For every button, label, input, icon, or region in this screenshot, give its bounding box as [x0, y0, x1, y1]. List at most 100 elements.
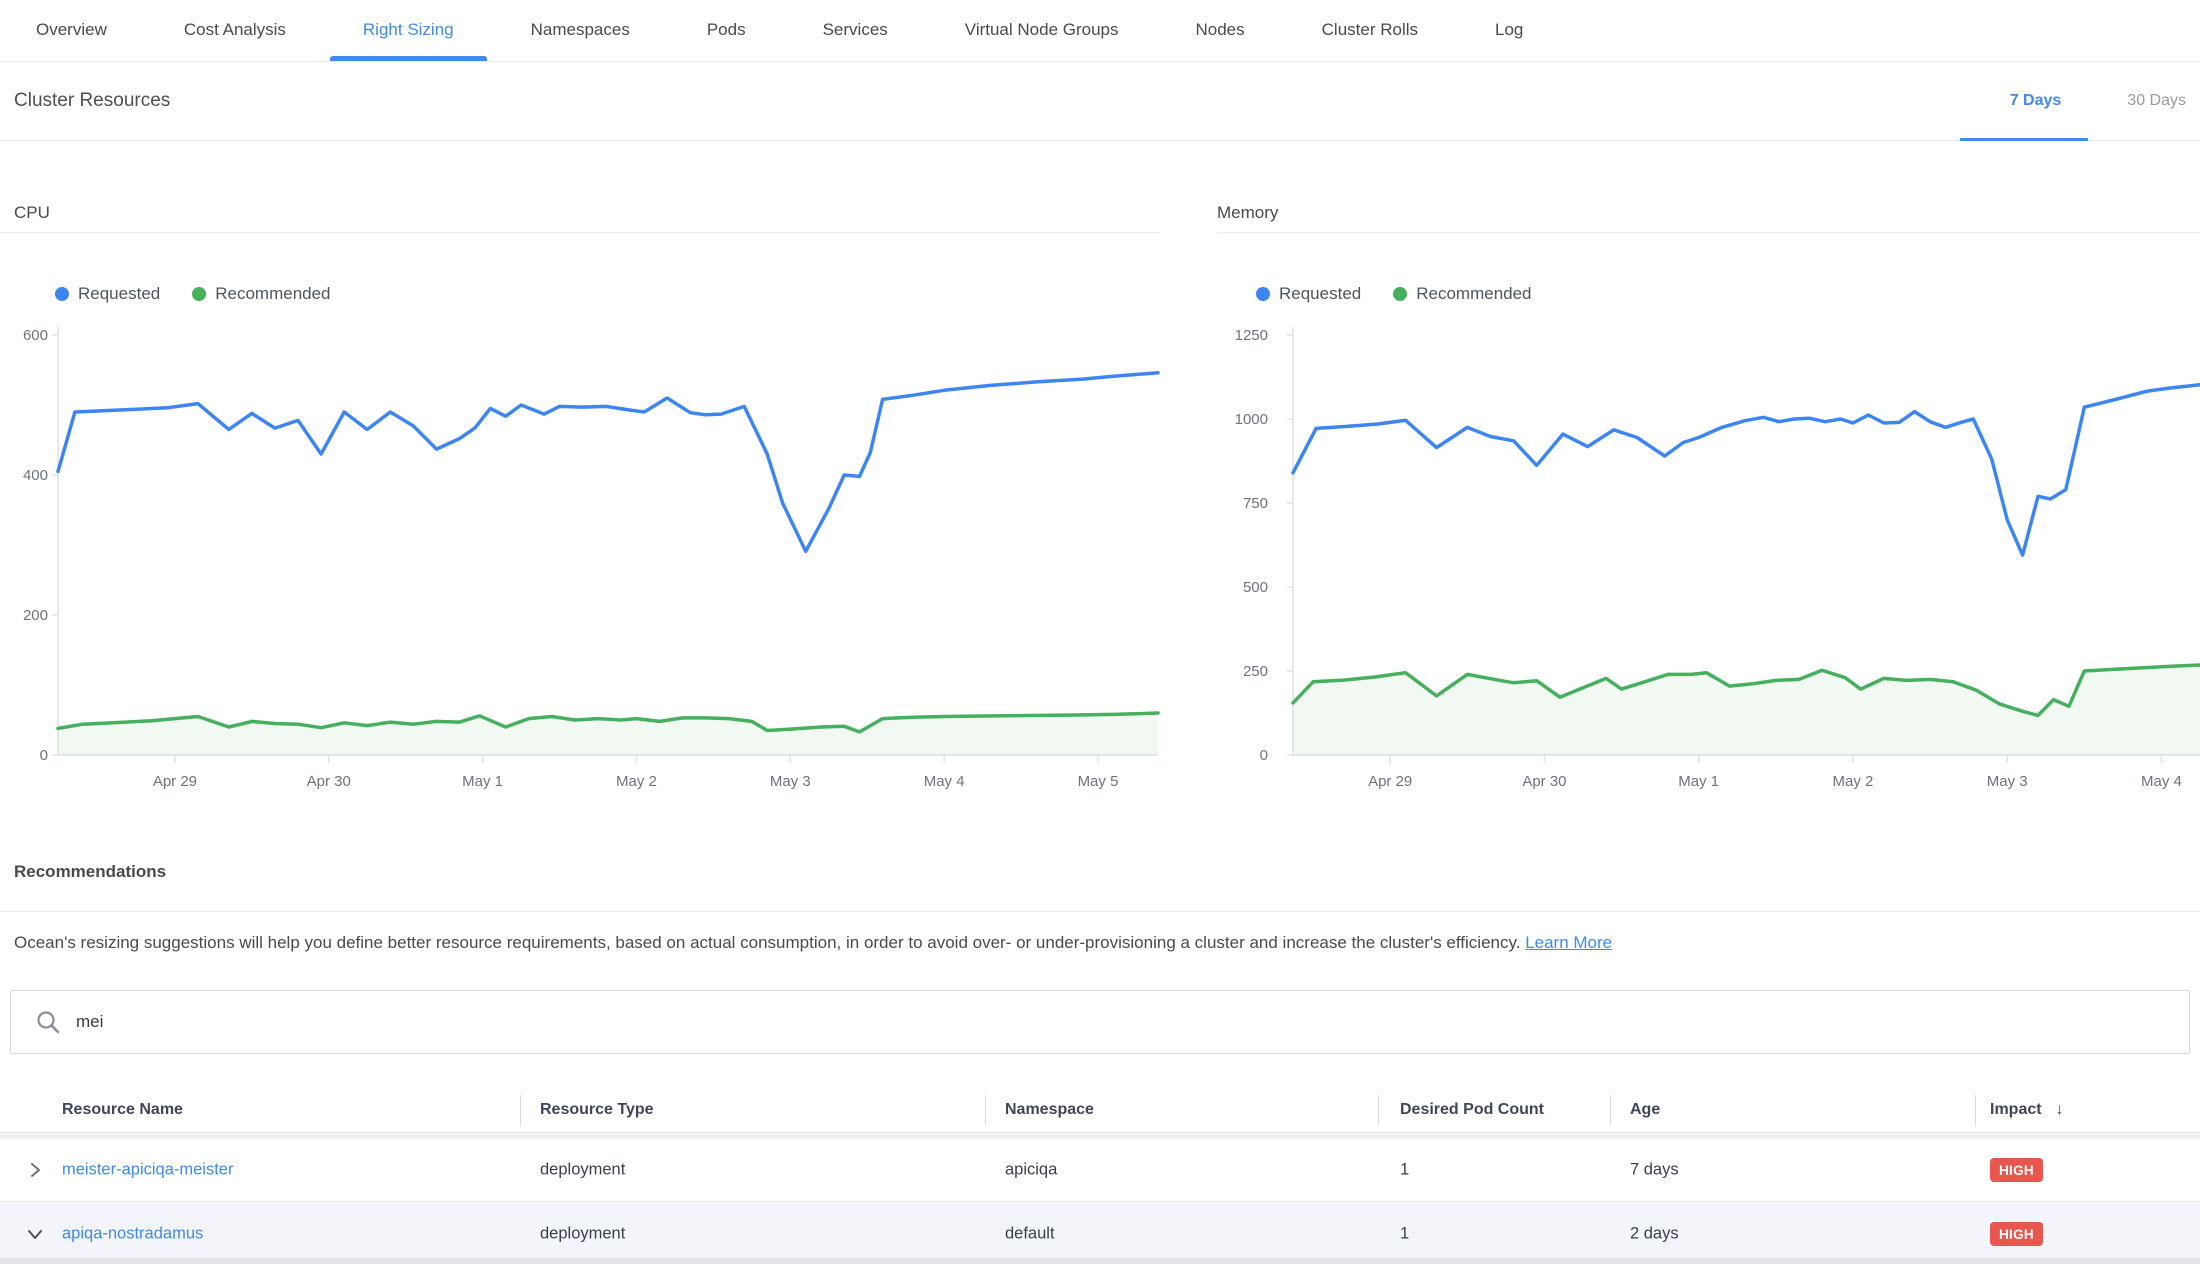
- legend-item-recommended: Recommended: [192, 284, 330, 304]
- search-box: [10, 990, 2190, 1054]
- memory-chart-title: Memory: [1217, 203, 1278, 223]
- svg-text:500: 500: [1243, 579, 1268, 596]
- svg-text:250: 250: [1243, 663, 1268, 680]
- description-text: Ocean's resizing suggestions will help y…: [14, 933, 1520, 952]
- resource-name-link[interactable]: meister-apiciqa-meister: [62, 1161, 233, 1180]
- svg-text:0: 0: [40, 747, 48, 764]
- svg-text:400: 400: [23, 467, 48, 484]
- recommended-dot-icon: [192, 287, 206, 301]
- legend-item-recommended: Recommended: [1393, 284, 1531, 304]
- svg-text:May 4: May 4: [2141, 773, 2182, 790]
- age-cell: 7 days: [1630, 1161, 1679, 1180]
- requested-dot-icon: [1256, 287, 1270, 301]
- legend-item-requested: Requested: [1256, 284, 1361, 304]
- table-row[interactable]: apiqa-nostradamus deployment default 1 2…: [0, 1203, 2200, 1264]
- age-cell: 2 days: [1630, 1224, 1679, 1243]
- column-separator: [985, 1095, 986, 1125]
- resource-name-link[interactable]: apiqa-nostradamus: [62, 1224, 203, 1243]
- section-title: Cluster Resources: [14, 90, 170, 112]
- cluster-resources-header: Cluster Resources 7 Days 30 Days: [0, 62, 2200, 141]
- chevron-down-icon[interactable]: [26, 1225, 44, 1243]
- impact-header-label: Impact: [1990, 1101, 2042, 1118]
- legend-label: Recommended: [1416, 284, 1531, 304]
- tab-pods[interactable]: Pods: [671, 0, 782, 61]
- svg-text:Apr 29: Apr 29: [153, 773, 197, 790]
- svg-text:600: 600: [23, 327, 48, 344]
- impact-badge-high: HIGH: [1990, 1222, 2043, 1246]
- recommendations-title: Recommendations: [14, 862, 166, 882]
- tab-services[interactable]: Services: [787, 0, 924, 61]
- column-header-namespace[interactable]: Namespace: [1005, 1087, 1094, 1133]
- range-30-days[interactable]: 30 Days: [2127, 92, 2186, 110]
- table-header: Resource Name Resource Type Namespace De…: [0, 1087, 2200, 1133]
- svg-text:750: 750: [1243, 495, 1268, 512]
- svg-text:May 3: May 3: [770, 773, 811, 790]
- section-divider: [0, 140, 2200, 141]
- svg-text:Apr 30: Apr 30: [1522, 773, 1566, 790]
- resource-type-cell: deployment: [540, 1161, 625, 1180]
- legend-label: Requested: [1279, 284, 1361, 304]
- memory-line-chart: 0 250 500 750 1000 1250 Apr 29 Apr 30 May 1 May 2…: [1180, 315, 2200, 800]
- column-header-impact[interactable]: Impact ↓: [1990, 1087, 2064, 1133]
- recommendations-divider: [0, 911, 2200, 912]
- svg-text:May 3: May 3: [1987, 773, 2028, 790]
- memory-title-divider: [1217, 232, 2200, 233]
- tab-cost-analysis[interactable]: Cost Analysis: [148, 0, 322, 61]
- tab-virtual-node-groups[interactable]: Virtual Node Groups: [929, 0, 1155, 61]
- svg-text:May 5: May 5: [1078, 773, 1119, 790]
- tab-namespaces[interactable]: Namespaces: [495, 0, 666, 61]
- cpu-chart-title: CPU: [14, 203, 50, 223]
- pod-count-cell: 1: [1400, 1161, 1409, 1180]
- svg-text:1000: 1000: [1235, 411, 1268, 428]
- column-header-age[interactable]: Age: [1630, 1087, 1660, 1133]
- namespace-cell: apiciqa: [1005, 1161, 1057, 1180]
- cpu-legend: Requested Recommended: [55, 283, 331, 305]
- column-separator: [520, 1095, 521, 1125]
- sort-descending-icon[interactable]: ↓: [2056, 1101, 2064, 1118]
- column-separator: [1378, 1095, 1379, 1125]
- recommended-dot-icon: [1393, 287, 1407, 301]
- tab-right-sizing[interactable]: Right Sizing: [327, 0, 490, 61]
- svg-text:Apr 30: Apr 30: [307, 773, 351, 790]
- learn-more-link[interactable]: Learn More: [1525, 933, 1612, 952]
- svg-text:1250: 1250: [1235, 327, 1268, 344]
- requested-dot-icon: [55, 287, 69, 301]
- svg-text:200: 200: [23, 607, 48, 624]
- expanded-row-panel-edge: [0, 1258, 2200, 1264]
- column-header-desired-pod-count[interactable]: Desired Pod Count: [1400, 1087, 1544, 1133]
- column-header-resource-name[interactable]: Resource Name: [62, 1087, 183, 1133]
- tab-log[interactable]: Log: [1459, 0, 1559, 61]
- range-7-days[interactable]: 7 Days: [2010, 92, 2062, 110]
- tab-cluster-rolls[interactable]: Cluster Rolls: [1286, 0, 1454, 61]
- impact-badge-high: HIGH: [1990, 1158, 2043, 1182]
- cpu-line-chart: 0 200 400 600 Apr 29 Apr 30 May 1 May 2 May 3 May…: [0, 315, 1170, 800]
- namespace-cell: default: [1005, 1224, 1055, 1243]
- svg-text:May 2: May 2: [1833, 773, 1874, 790]
- recommendations-description: Ocean's resizing suggestions will help y…: [14, 933, 1612, 953]
- time-range-toggle: 7 Days 30 Days: [2010, 92, 2186, 110]
- search-icon: [35, 1009, 61, 1035]
- range-active-underline: [1960, 138, 2088, 141]
- chevron-right-icon[interactable]: [26, 1161, 44, 1179]
- tab-overview[interactable]: Overview: [0, 0, 143, 61]
- right-sizing-page: Overview Cost Analysis Right Sizing Name…: [0, 0, 2200, 1264]
- resource-type-cell: deployment: [540, 1224, 625, 1243]
- memory-legend: Requested Recommended: [1256, 283, 1532, 305]
- column-header-resource-type[interactable]: Resource Type: [540, 1087, 654, 1133]
- column-separator: [1610, 1095, 1611, 1125]
- svg-text:May 1: May 1: [1678, 773, 1719, 790]
- svg-text:May 1: May 1: [462, 773, 503, 790]
- pod-count-cell: 1: [1400, 1224, 1409, 1243]
- svg-text:0: 0: [1260, 747, 1268, 764]
- legend-label: Requested: [78, 284, 160, 304]
- tab-bar: Overview Cost Analysis Right Sizing Name…: [0, 0, 2200, 62]
- tab-nodes[interactable]: Nodes: [1160, 0, 1281, 61]
- search-input[interactable]: [76, 1012, 2169, 1032]
- table-row[interactable]: meister-apiciqa-meister deployment apici…: [0, 1139, 2200, 1202]
- svg-text:May 4: May 4: [924, 773, 965, 790]
- svg-text:Apr 29: Apr 29: [1368, 773, 1412, 790]
- legend-label: Recommended: [215, 284, 330, 304]
- legend-item-requested: Requested: [55, 284, 160, 304]
- svg-text:May 2: May 2: [616, 773, 657, 790]
- column-separator: [1975, 1095, 1976, 1125]
